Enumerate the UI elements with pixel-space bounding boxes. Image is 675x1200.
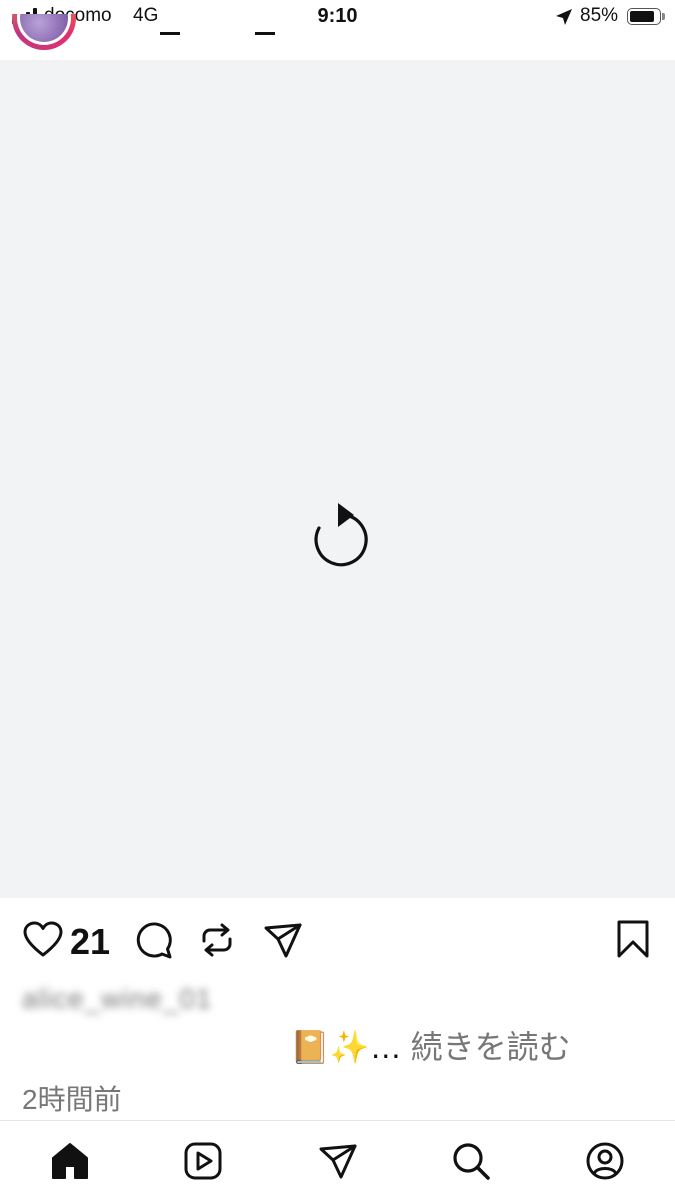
bookmark-icon[interactable]: [612, 918, 654, 960]
post-media[interactable]: [0, 60, 675, 898]
post-timestamp: 2時間前: [22, 1084, 122, 1115]
bottom-nav: [0, 1120, 675, 1200]
profile-icon[interactable]: [584, 1140, 626, 1182]
post-actions: 21: [0, 898, 675, 978]
home-icon[interactable]: [49, 1140, 91, 1182]
comment-icon[interactable]: [132, 919, 174, 961]
heart-icon[interactable]: [22, 919, 64, 961]
read-more-link[interactable]: 続きを読む: [411, 1029, 571, 1065]
status-bar: docomo 4G 9:10 85%: [0, 0, 675, 60]
location-arrow-icon: [556, 9, 572, 25]
battery-percent: 85%: [580, 5, 619, 26]
repost-icon[interactable]: [196, 919, 238, 961]
reels-icon[interactable]: [182, 1140, 224, 1182]
reload-icon[interactable]: [305, 501, 371, 571]
send-icon[interactable]: [262, 919, 304, 961]
header-dash: [255, 32, 275, 35]
post-username[interactable]: alice_wine_01: [22, 983, 212, 1015]
avatar[interactable]: [12, 14, 76, 50]
direct-messages-icon[interactable]: [317, 1140, 359, 1182]
battery-cap: [662, 13, 665, 20]
battery-fill: [630, 11, 654, 22]
battery-icon: [627, 8, 661, 25]
search-icon[interactable]: [450, 1140, 492, 1182]
post-caption[interactable]: 📔✨… 続きを読む: [290, 1022, 571, 1068]
header-dash: [160, 32, 180, 35]
caption-emoji: 📔✨: [290, 1029, 370, 1065]
like-count[interactable]: 21: [70, 921, 110, 963]
caption-ellipsis: …: [369, 1029, 402, 1065]
